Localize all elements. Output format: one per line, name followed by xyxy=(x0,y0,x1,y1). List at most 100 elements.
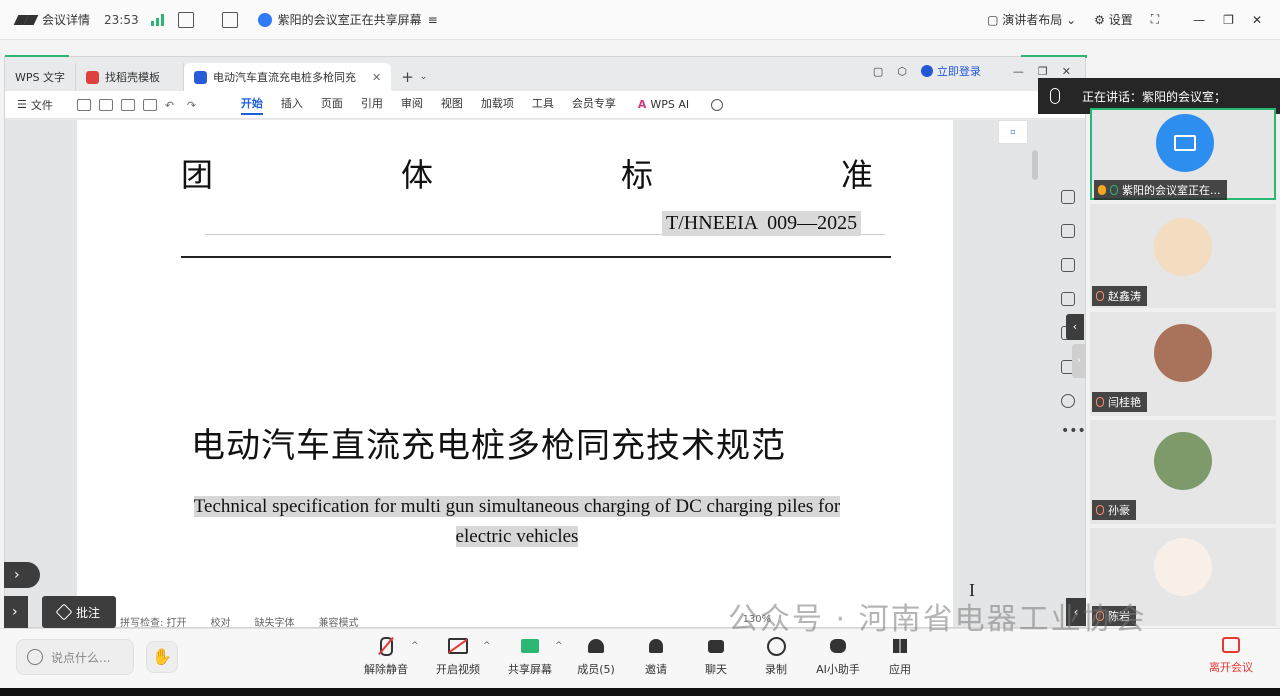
redo-icon[interactable]: ↷ xyxy=(187,99,201,112)
raise-hand-button[interactable]: ✋ xyxy=(146,641,178,673)
chat-icon xyxy=(706,637,726,655)
menu-view[interactable]: 视图 xyxy=(441,95,463,115)
participant-name-tag: 赵鑫涛 xyxy=(1092,286,1147,306)
word-doc-icon xyxy=(194,70,207,84)
invite-button[interactable]: 邀请 xyxy=(626,637,686,677)
meeting-details-link[interactable]: 会议详情 xyxy=(42,11,90,28)
participant-name-tag: 孙豪 xyxy=(1092,500,1136,520)
wps-close-icon[interactable]: ✕ xyxy=(1062,65,1071,78)
sharing-indicator[interactable]: 紫阳的会议室正在共享屏幕 ≡ xyxy=(257,11,438,28)
participant-name: 赵鑫涛 xyxy=(1108,290,1141,303)
menu-tools[interactable]: 工具 xyxy=(532,95,554,115)
menu-member[interactable]: 会员专享 xyxy=(572,95,616,115)
share-screen-label: 共享屏幕 xyxy=(508,663,552,676)
tab-template[interactable]: 找稻壳模板 xyxy=(76,63,184,91)
docer-icon xyxy=(86,70,99,84)
leave-icon xyxy=(1222,637,1240,653)
invite-label: 邀请 xyxy=(645,663,667,676)
window-icon[interactable]: ▢ xyxy=(873,65,883,78)
start-video-button[interactable]: 开启视频 xyxy=(428,637,488,677)
toolbar-expand-button[interactable]: › xyxy=(4,596,28,628)
status-spellcheck[interactable]: 拼写检查: 打开 xyxy=(120,614,187,628)
menu-review[interactable]: 审阅 xyxy=(401,95,423,115)
collapse-panel-button[interactable]: ‹ xyxy=(1066,314,1084,340)
wps-restore-icon[interactable]: ❐ xyxy=(1038,65,1048,78)
sharing-text: 紫阳的会议室正在共享屏幕 xyxy=(277,13,422,27)
annotate-button[interactable]: 批注 xyxy=(42,596,116,628)
restore-icon[interactable]: ❐ xyxy=(1223,13,1234,27)
layout-button[interactable]: ▢ 演讲者布局 ⌄ xyxy=(987,11,1076,28)
cube-icon[interactable]: ⬡ xyxy=(897,65,907,78)
ai-assistant-icon xyxy=(828,637,848,655)
close-tab-icon[interactable]: ✕ xyxy=(372,71,381,84)
expand-left-button[interactable]: › xyxy=(4,562,40,588)
file-menu[interactable]: ☰ 文件 xyxy=(17,97,53,113)
login-button[interactable]: 立即登录 xyxy=(920,63,981,79)
undo-icon[interactable]: ↶ xyxy=(165,99,179,112)
record-button[interactable]: 录制 xyxy=(746,637,806,677)
status-missing-fonts[interactable]: 缺失字体 xyxy=(255,614,295,628)
participant-name-tag: 闫桂艳 xyxy=(1092,392,1147,412)
chat-input[interactable]: 说点什么... xyxy=(16,639,134,675)
more-icon[interactable]: ••• xyxy=(1061,424,1086,442)
members-label: 成员(5) xyxy=(577,663,615,676)
vertical-scrollbar[interactable] xyxy=(1032,150,1038,180)
ribbon: ☰ 文件 ↶ ↷ 开始 插入 页面 引用 审阅 视图 加载项 工具 会员专享 AW… xyxy=(5,91,1085,119)
print-icon[interactable] xyxy=(120,98,135,111)
close-icon[interactable]: ✕ xyxy=(1252,13,1262,27)
share-screen-icon xyxy=(520,637,540,655)
participant-card[interactable]: 紫阳的会议室正在... xyxy=(1090,108,1276,200)
adjust-icon[interactable] xyxy=(1061,258,1075,272)
participant-card[interactable]: 闫桂艳 xyxy=(1090,312,1276,416)
popout-icon[interactable] xyxy=(177,11,194,28)
tab-document[interactable]: 电动汽车直流充电桩多枪同充 ✕ xyxy=(184,63,392,91)
minimize-icon[interactable]: — xyxy=(1193,13,1205,27)
export-icon[interactable] xyxy=(98,98,113,111)
settings-button[interactable]: ⚙ 设置 xyxy=(1094,11,1133,28)
chat-placeholder: 说点什么... xyxy=(51,650,111,665)
select-icon[interactable] xyxy=(1061,224,1075,238)
members-button[interactable]: 成员(5) xyxy=(566,637,626,677)
navigation-pane-toggle[interactable]: ▫ xyxy=(998,120,1028,144)
search-icon[interactable] xyxy=(711,98,724,111)
audio-options-chevron-icon[interactable]: ^ xyxy=(411,641,419,651)
video-options-chevron-icon[interactable]: ^ xyxy=(483,641,491,651)
leave-meeting-button[interactable]: 离开会议 xyxy=(1206,637,1256,675)
share-options-chevron-icon[interactable]: ^ xyxy=(555,641,563,651)
menu-addins[interactable]: 加载项 xyxy=(481,95,514,115)
expand-panel-button[interactable]: › xyxy=(1072,344,1086,378)
avatar xyxy=(1154,324,1212,382)
file-label: 文件 xyxy=(30,98,53,112)
wps-minimize-icon[interactable]: — xyxy=(1013,65,1024,78)
layout-label: 演讲者布局 xyxy=(1002,13,1063,27)
share-screen-button[interactable]: 共享屏幕 xyxy=(500,637,560,677)
ai-assistant-button[interactable]: AI小助手 xyxy=(808,637,868,677)
menu-page[interactable]: 页面 xyxy=(321,95,343,115)
host-icon xyxy=(1098,185,1106,195)
annotation-off-icon[interactable] xyxy=(221,11,238,28)
unmute-button[interactable]: 解除静音 xyxy=(356,637,416,677)
tab-wps-writer[interactable]: WPS 文字 xyxy=(5,63,76,91)
status-proofread[interactable]: 校对 xyxy=(211,614,231,628)
menu-references[interactable]: 引用 xyxy=(361,95,383,115)
document-page[interactable]: 团 体 标 准 T/HNEEIA 009—2025 电动汽车直流充电桩多枪同充技… xyxy=(77,120,953,627)
participant-name: 闫桂艳 xyxy=(1108,396,1141,409)
menu-insert[interactable]: 插入 xyxy=(281,95,303,115)
mic-muted-icon xyxy=(1096,291,1104,301)
participant-card[interactable]: 孙豪 xyxy=(1090,420,1276,524)
save-icon[interactable] xyxy=(76,98,91,111)
mic-icon xyxy=(1110,185,1118,195)
participant-card[interactable]: 赵鑫涛 xyxy=(1090,204,1276,308)
pen-icon[interactable] xyxy=(1061,190,1075,204)
help-icon[interactable] xyxy=(1061,394,1075,408)
wps-ai-button[interactable]: A WPS AI xyxy=(638,98,689,111)
fullscreen-icon[interactable]: ⛶ xyxy=(1151,12,1159,27)
new-tab-button[interactable]: + ⌄ xyxy=(401,63,427,91)
tools-icon[interactable] xyxy=(1061,292,1075,306)
speaking-mic-icon xyxy=(1050,88,1060,104)
preview-icon[interactable] xyxy=(142,98,157,111)
apps-button[interactable]: 应用 xyxy=(870,637,930,677)
document-title-en: Technical specification for multi gun si… xyxy=(163,492,871,552)
menu-home[interactable]: 开始 xyxy=(240,95,263,115)
chat-button[interactable]: 聊天 xyxy=(686,637,746,677)
